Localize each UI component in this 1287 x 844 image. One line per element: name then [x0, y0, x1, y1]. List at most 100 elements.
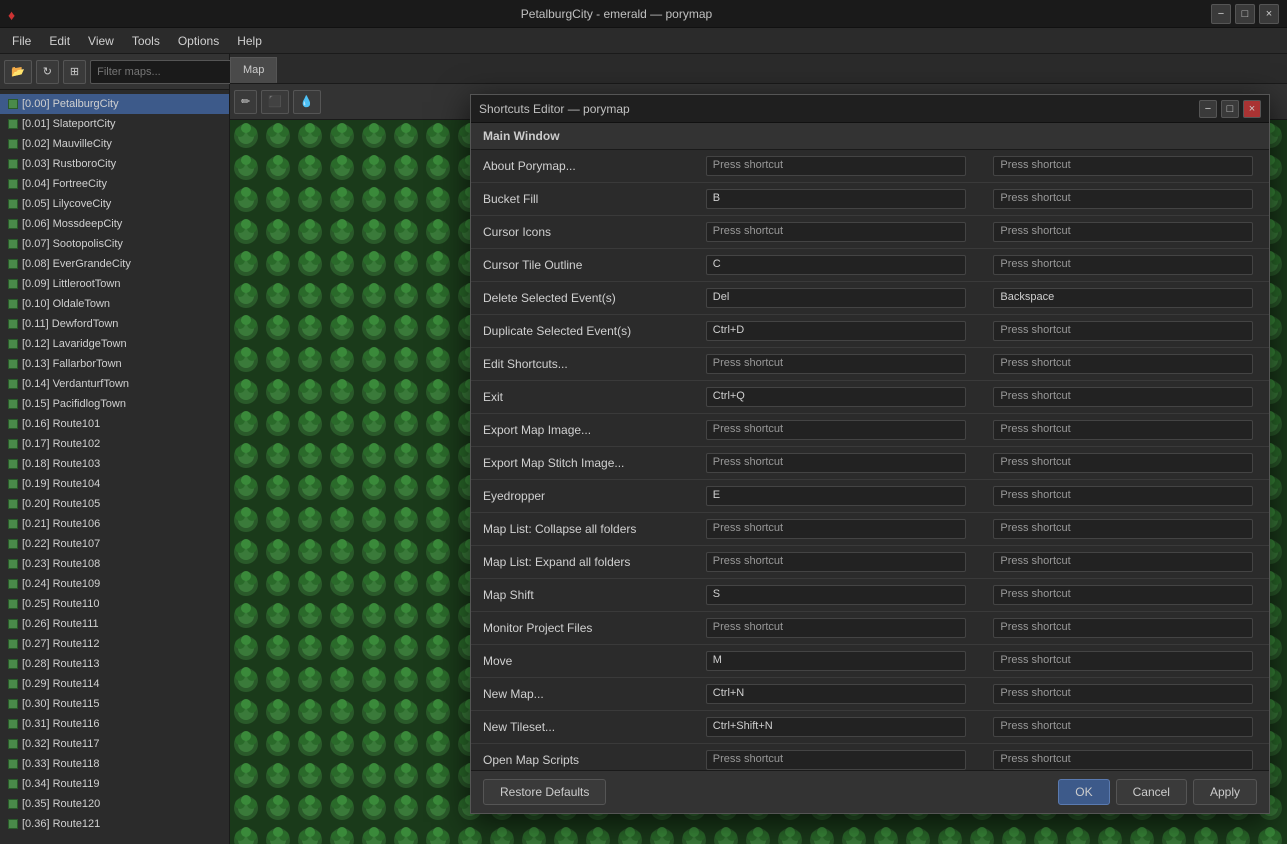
map-list-item[interactable]: [0.21] Route106 [0, 514, 229, 534]
fill-tool[interactable]: ⬛ [261, 90, 289, 114]
shortcut-key2-cell[interactable]: Press shortcut [981, 579, 1269, 612]
shortcut-key2-input[interactable]: Press shortcut [993, 354, 1253, 374]
shortcut-key1-cell[interactable]: E [694, 480, 982, 513]
shortcut-key2-cell[interactable]: Press shortcut [981, 414, 1269, 447]
shortcut-key2-input[interactable]: Press shortcut [993, 552, 1253, 572]
shortcut-key1-input[interactable]: S [706, 585, 966, 605]
map-list-item[interactable]: [0.30] Route115 [0, 694, 229, 714]
shortcut-key1-input[interactable]: B [706, 189, 966, 209]
restore-defaults-button[interactable]: Restore Defaults [483, 779, 606, 805]
shortcut-key2-cell[interactable]: Press shortcut [981, 480, 1269, 513]
shortcut-key2-cell[interactable]: Press shortcut [981, 183, 1269, 216]
shortcut-key2-cell[interactable]: Press shortcut [981, 711, 1269, 744]
map-list-item[interactable]: [0.27] Route112 [0, 634, 229, 654]
map-list-item[interactable]: [0.04] FortreeCity [0, 174, 229, 194]
shortcut-key2-cell[interactable]: Backspace [981, 282, 1269, 315]
open-project-button[interactable]: 📂 [4, 60, 32, 84]
maximize-button[interactable]: □ [1235, 4, 1255, 24]
shortcut-key1-input[interactable]: Press shortcut [706, 453, 966, 473]
map-list-item[interactable]: [0.16] Route101 [0, 414, 229, 434]
shortcut-key1-cell[interactable]: Ctrl+Shift+N [694, 711, 982, 744]
shortcut-key1-input[interactable]: Ctrl+Q [706, 387, 966, 407]
close-button[interactable]: × [1259, 4, 1279, 24]
shortcut-key1-input[interactable]: Del [706, 288, 966, 308]
shortcut-key2-cell[interactable]: Press shortcut [981, 546, 1269, 579]
shortcut-key1-input[interactable]: M [706, 651, 966, 671]
shortcut-key1-input[interactable]: Ctrl+N [706, 684, 966, 704]
shortcut-key2-cell[interactable]: Press shortcut [981, 348, 1269, 381]
shortcut-key1-input[interactable]: Press shortcut [706, 156, 966, 176]
shortcut-key1-input[interactable]: E [706, 486, 966, 506]
new-map-button[interactable]: ⊞ [63, 60, 86, 84]
shortcut-key1-cell[interactable]: Ctrl+D [694, 315, 982, 348]
shortcut-key1-cell[interactable]: Press shortcut [694, 348, 982, 381]
map-list-item[interactable]: [0.10] OldaleTown [0, 294, 229, 314]
shortcut-key1-cell[interactable]: Press shortcut [694, 150, 982, 183]
shortcut-key2-cell[interactable]: Press shortcut [981, 612, 1269, 645]
shortcut-key2-input[interactable]: Press shortcut [993, 684, 1253, 704]
map-list-item[interactable]: [0.32] Route117 [0, 734, 229, 754]
shortcut-key2-cell[interactable]: Press shortcut [981, 150, 1269, 183]
map-list-item[interactable]: [0.31] Route116 [0, 714, 229, 734]
pencil-tool[interactable]: ✏ [234, 90, 257, 114]
shortcut-key2-input[interactable]: Press shortcut [993, 189, 1253, 209]
shortcut-key2-cell[interactable]: Press shortcut [981, 513, 1269, 546]
shortcut-key1-cell[interactable]: Press shortcut [694, 414, 982, 447]
shortcut-key2-cell[interactable]: Press shortcut [981, 315, 1269, 348]
menu-help[interactable]: Help [229, 32, 270, 50]
map-list-item[interactable]: [0.06] MossdeepCity [0, 214, 229, 234]
shortcut-key1-input[interactable]: Press shortcut [706, 519, 966, 539]
shortcut-key2-input[interactable]: Backspace [993, 288, 1253, 308]
map-list-item[interactable]: [0.35] Route120 [0, 794, 229, 814]
shortcut-key2-cell[interactable]: Press shortcut [981, 744, 1269, 771]
shortcut-key2-cell[interactable]: Press shortcut [981, 216, 1269, 249]
shortcut-key2-input[interactable]: Press shortcut [993, 519, 1253, 539]
map-list-item[interactable]: [0.08] EverGrandeCity [0, 254, 229, 274]
map-list-item[interactable]: [0.03] RustboroCity [0, 154, 229, 174]
shortcut-key1-cell[interactable]: Press shortcut [694, 744, 982, 771]
map-tab[interactable]: Map [230, 57, 277, 83]
shortcut-key2-input[interactable]: Press shortcut [993, 222, 1253, 242]
shortcuts-table-container[interactable]: About Porymap...Press shortcutPress shor… [471, 150, 1269, 770]
shortcut-key2-cell[interactable]: Press shortcut [981, 678, 1269, 711]
map-list-item[interactable]: [0.28] Route113 [0, 654, 229, 674]
map-list-item[interactable]: [0.02] MauvilleCity [0, 134, 229, 154]
apply-button[interactable]: Apply [1193, 779, 1257, 805]
dialog-restore-button[interactable]: □ [1221, 100, 1239, 118]
shortcut-key1-cell[interactable]: Ctrl+N [694, 678, 982, 711]
shortcut-key2-cell[interactable]: Press shortcut [981, 249, 1269, 282]
shortcut-key1-input[interactable]: Ctrl+D [706, 321, 966, 341]
shortcut-key1-cell[interactable]: Press shortcut [694, 513, 982, 546]
menu-edit[interactable]: Edit [41, 32, 78, 50]
menu-view[interactable]: View [80, 32, 122, 50]
filter-maps-input[interactable] [90, 60, 246, 84]
shortcut-key2-input[interactable]: Press shortcut [993, 255, 1253, 275]
shortcut-key2-input[interactable]: Press shortcut [993, 453, 1253, 473]
shortcut-key2-input[interactable]: Press shortcut [993, 585, 1253, 605]
shortcut-key2-input[interactable]: Press shortcut [993, 156, 1253, 176]
map-list-item[interactable]: [0.00] PetalburgCity [0, 94, 229, 114]
map-list-item[interactable]: [0.01] SlateportCity [0, 114, 229, 134]
map-list-item[interactable]: [0.29] Route114 [0, 674, 229, 694]
shortcut-key1-input[interactable]: C [706, 255, 966, 275]
shortcut-key1-input[interactable]: Press shortcut [706, 420, 966, 440]
map-list-item[interactable]: [0.36] Route121 [0, 814, 229, 834]
shortcut-key2-cell[interactable]: Press shortcut [981, 645, 1269, 678]
map-list-item[interactable]: [0.26] Route111 [0, 614, 229, 634]
shortcut-key1-cell[interactable]: Del [694, 282, 982, 315]
map-list-item[interactable]: [0.18] Route103 [0, 454, 229, 474]
shortcut-key1-cell[interactable]: Press shortcut [694, 447, 982, 480]
map-list-item[interactable]: [0.24] Route109 [0, 574, 229, 594]
map-list-item[interactable]: [0.14] VerdanturfTown [0, 374, 229, 394]
map-list-item[interactable]: [0.15] PacifidlogTown [0, 394, 229, 414]
shortcut-key1-cell[interactable]: Ctrl+Q [694, 381, 982, 414]
shortcut-key1-cell[interactable]: Press shortcut [694, 612, 982, 645]
shortcut-key2-cell[interactable]: Press shortcut [981, 381, 1269, 414]
map-list-item[interactable]: [0.20] Route105 [0, 494, 229, 514]
shortcut-key1-input[interactable]: Press shortcut [706, 552, 966, 572]
shortcut-key2-input[interactable]: Press shortcut [993, 387, 1253, 407]
map-list-item[interactable]: [0.22] Route107 [0, 534, 229, 554]
map-list-item[interactable]: [0.17] Route102 [0, 434, 229, 454]
shortcut-key1-input[interactable]: Press shortcut [706, 618, 966, 638]
cancel-button[interactable]: Cancel [1116, 779, 1187, 805]
